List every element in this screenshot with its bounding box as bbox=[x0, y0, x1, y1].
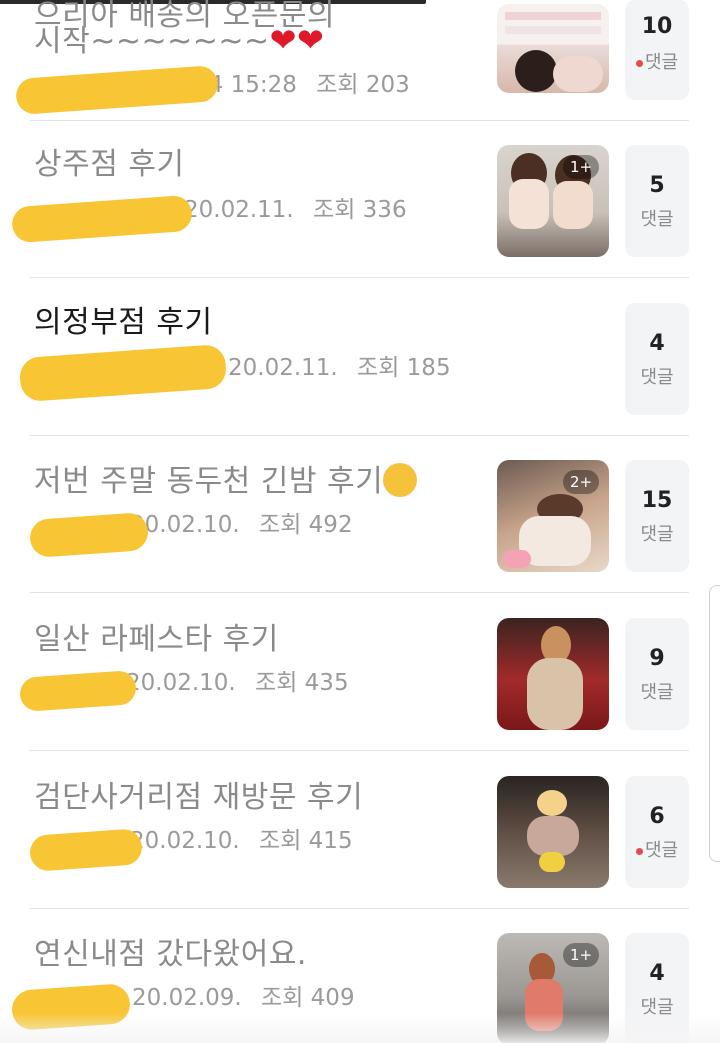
heart-icon: ❤❤ bbox=[269, 21, 325, 59]
post-date: 20.02.10. bbox=[126, 670, 236, 696]
row-divider bbox=[30, 750, 689, 751]
post-date: 20.02.10. bbox=[130, 828, 240, 854]
post-views: 조회 415 bbox=[259, 828, 353, 854]
post-title: 검단사거리점 재방문 후기 bbox=[34, 780, 364, 815]
list-item[interactable]: 저번 주말 동두천 긴밤 후기 20.02.10. 조회 492 2+ 15 댓… bbox=[0, 436, 720, 593]
post-date: 20.02.09. bbox=[132, 985, 242, 1011]
comment-label: 댓글 bbox=[640, 209, 674, 230]
redaction-scribble bbox=[28, 828, 144, 872]
post-views: 조회 203 bbox=[316, 72, 410, 98]
row-divider bbox=[30, 277, 689, 278]
redaction-scribble bbox=[18, 669, 138, 713]
post-date: 20.02.11. bbox=[228, 355, 338, 381]
post-title: 상주점 후기 bbox=[34, 147, 185, 182]
post-thumbnail[interactable]: 2+ bbox=[497, 460, 609, 572]
post-title: 의정부점 후기 bbox=[34, 305, 213, 340]
post-date: 20.02.11. bbox=[184, 197, 294, 223]
post-views: 조회 409 bbox=[261, 985, 355, 1011]
comment-count-box[interactable]: 10 댓글 bbox=[625, 0, 689, 100]
comment-count: 9 bbox=[649, 646, 665, 671]
comment-count: 6 bbox=[649, 804, 665, 829]
comment-count: 4 bbox=[649, 331, 665, 356]
post-views: 조회 492 bbox=[259, 512, 353, 538]
comment-count-box[interactable]: 6 댓글 bbox=[625, 776, 689, 888]
post-views: 조회 185 bbox=[357, 355, 451, 381]
post-thumbnail[interactable] bbox=[497, 776, 609, 888]
post-title: 저번 주말 동두천 긴밤 후기 bbox=[34, 462, 418, 502]
list-item[interactable]: 검단사거리점 재방문 후기 20.02.10. 조회 415 6 댓글 bbox=[0, 752, 720, 909]
post-title: 연신내점 갔다왔어요. bbox=[34, 937, 307, 972]
redaction-scribble bbox=[28, 511, 150, 559]
post-title: 일산 라페스타 후기 bbox=[34, 622, 279, 657]
comment-label: 댓글 bbox=[640, 367, 674, 388]
bottom-fade bbox=[0, 1013, 720, 1043]
post-views: 조회 336 bbox=[313, 197, 407, 223]
post-views: 조회 435 bbox=[255, 670, 349, 696]
comment-label: 댓글 bbox=[644, 840, 679, 861]
list-item[interactable]: 의정부점 후기 20.02.11. 조회 185 4 댓글 bbox=[0, 279, 720, 436]
comment-count: 4 bbox=[649, 961, 665, 986]
comment-count-box[interactable]: 4 댓글 bbox=[625, 303, 689, 415]
list-item[interactable]: 상주점 후기 20.02.11. 조회 336 1+ 5 댓글 bbox=[0, 121, 720, 278]
image-count-badge: 2+ bbox=[563, 470, 599, 494]
post-thumbnail[interactable]: 1+ bbox=[497, 145, 609, 257]
image-count-badge: 1+ bbox=[563, 155, 599, 179]
comment-count-box[interactable]: 5 댓글 bbox=[625, 145, 689, 257]
comment-count: 15 bbox=[641, 488, 673, 513]
comment-count-box[interactable]: 15 댓글 bbox=[625, 460, 689, 572]
comment-count: 5 bbox=[649, 173, 665, 198]
smiling-face-with-hearts-icon bbox=[383, 462, 418, 497]
comment-label: 댓글 bbox=[640, 682, 674, 703]
post-thumbnail[interactable] bbox=[497, 4, 609, 93]
comment-label: 댓글 bbox=[644, 52, 679, 73]
image-count-badge: 1+ bbox=[563, 943, 599, 967]
scroll-handle[interactable] bbox=[709, 585, 720, 862]
list-item[interactable]: 으리아 배송의 오픈문의 시작~~~~~~~❤❤ 74 15:28 조회 203… bbox=[0, 0, 720, 121]
post-thumbnail[interactable] bbox=[497, 618, 609, 730]
comment-count-box[interactable]: 9 댓글 bbox=[625, 618, 689, 730]
post-list: 으리아 배송의 오픈문의 시작~~~~~~~❤❤ 74 15:28 조회 203… bbox=[0, 0, 720, 1043]
comment-count: 10 bbox=[641, 14, 673, 39]
list-item[interactable]: 일산 라페스타 후기 20.02.10. 조회 435 9 댓글 bbox=[0, 594, 720, 751]
post-title: 시작~~~~~~~❤❤ bbox=[34, 21, 325, 59]
new-comment-dot bbox=[635, 847, 643, 855]
new-comment-dot bbox=[635, 59, 643, 67]
row-divider bbox=[30, 592, 689, 593]
comment-label: 댓글 bbox=[640, 524, 674, 545]
